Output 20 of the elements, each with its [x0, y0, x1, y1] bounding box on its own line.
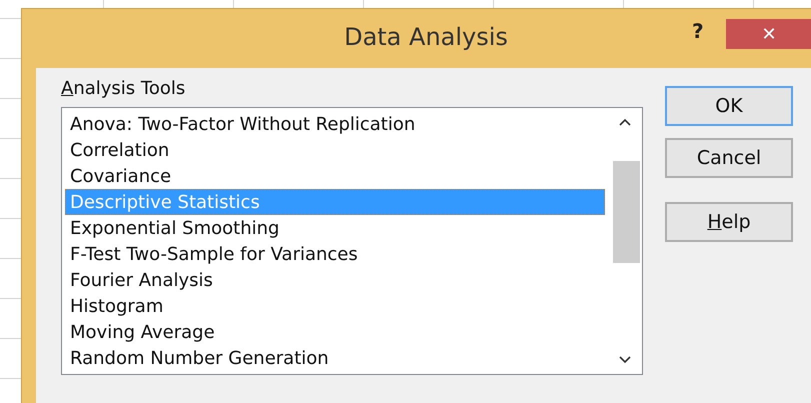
- close-button[interactable]: ✕: [726, 19, 811, 49]
- window-title: Data Analysis: [344, 23, 508, 51]
- scroll-down-icon[interactable]: [618, 355, 632, 364]
- list-item[interactable]: Histogram: [65, 293, 605, 319]
- scroll-up-icon[interactable]: [618, 118, 632, 127]
- dialog-button[interactable]: Cancel: [665, 138, 793, 178]
- list-item[interactable]: Correlation: [65, 137, 605, 163]
- scrollbar-thumb[interactable]: [613, 161, 640, 263]
- list-item[interactable]: Moving Average: [65, 319, 605, 345]
- list-item[interactable]: Random Number Generation: [65, 345, 605, 371]
- tools-listbox[interactable]: [61, 107, 643, 375]
- list-item[interactable]: Covariance: [65, 163, 605, 189]
- list-item[interactable]: Exponential Smoothing: [65, 215, 605, 241]
- help-button[interactable]: ?: [688, 19, 708, 43]
- dialog-button[interactable]: OK: [665, 86, 793, 126]
- list-item[interactable]: F-Test Two-Sample for Variances: [65, 241, 605, 267]
- list-item[interactable]: Fourier Analysis: [65, 267, 605, 293]
- list-label: Analysis Tools: [61, 78, 186, 99]
- list-item[interactable]: Anova: Two-Factor Without Replication: [65, 111, 605, 137]
- dialog-button[interactable]: Help: [665, 202, 793, 242]
